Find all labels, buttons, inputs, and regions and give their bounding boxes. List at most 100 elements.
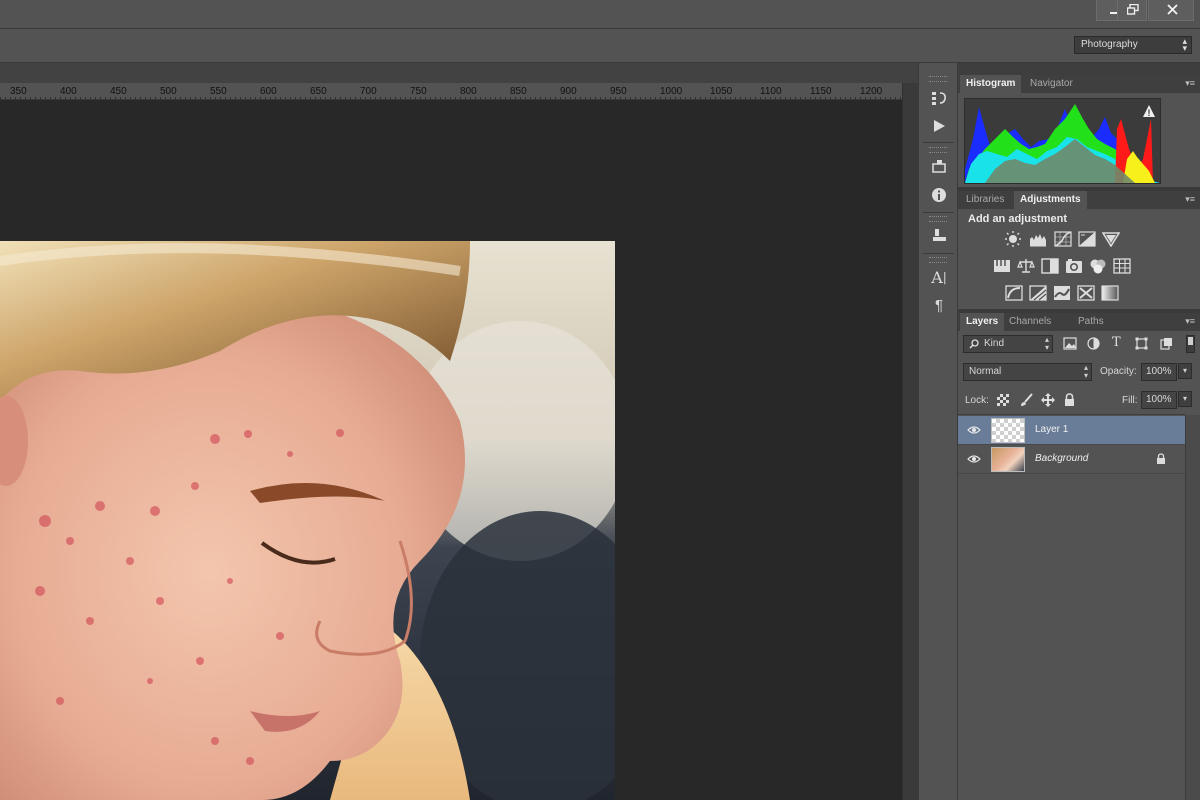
fill-label: Fill:	[1122, 395, 1138, 406]
invert-icon[interactable]	[1005, 285, 1023, 301]
ruler-label: 750	[410, 86, 427, 97]
properties-3d-icon[interactable]	[929, 156, 949, 176]
filter-pixel-icon[interactable]	[1063, 337, 1077, 350]
updown-arrow-icon: ▴ ▾	[1182, 36, 1187, 53]
tab-libraries[interactable]: Libraries	[960, 191, 1010, 209]
ruler-label: 1050	[710, 86, 733, 97]
workspace-label: Photography	[1081, 39, 1138, 50]
filter-adjustment-icon[interactable]	[1087, 337, 1100, 350]
exposure-icon[interactable]	[1078, 231, 1096, 247]
ruler-label: 1000	[660, 86, 683, 97]
histogram-chart	[965, 104, 1160, 183]
dock-grip[interactable]	[929, 257, 947, 263]
levels-icon[interactable]	[1029, 231, 1047, 247]
document-tab-strip	[0, 63, 918, 83]
ruler-label: 700	[360, 86, 377, 97]
ruler-label: 500	[160, 86, 177, 97]
restore-icon	[1127, 4, 1139, 15]
options-bar	[0, 29, 1200, 63]
filter-kind-label: Kind	[984, 338, 1005, 349]
visibility-eye-icon[interactable]	[967, 454, 981, 464]
ruler-label: 350	[10, 86, 27, 97]
adjustments-panel-tabs: Libraries Adjustments ▾≡	[958, 191, 1200, 209]
brightness-contrast-icon[interactable]	[1004, 231, 1022, 247]
layer-name[interactable]: Layer 1	[1035, 424, 1068, 435]
tab-layers[interactable]: Layers	[960, 313, 1005, 331]
tab-channels[interactable]: Channels	[1003, 313, 1057, 331]
paragraph-icon[interactable]: ¶	[929, 295, 949, 315]
dock-grip[interactable]	[929, 76, 947, 82]
dock-grip[interactable]	[929, 147, 947, 153]
panel-menu-icon[interactable]: ▾≡	[1185, 78, 1195, 88]
panel-menu-icon[interactable]: ▾≡	[1185, 194, 1195, 204]
black-white-icon[interactable]	[1041, 258, 1059, 274]
histogram-panel-tabs: Histogram Navigator ▾≡	[958, 75, 1200, 93]
posterize-icon[interactable]	[1029, 285, 1047, 301]
lock-all-icon[interactable]	[1064, 393, 1075, 406]
channel-mixer-icon[interactable]	[1089, 258, 1107, 274]
opacity-label: Opacity:	[1100, 366, 1137, 377]
hue-saturation-icon[interactable]	[993, 258, 1011, 274]
ruler-label: 450	[110, 86, 127, 97]
blend-mode-dropdown[interactable]: Normal ▴ ▾	[963, 363, 1092, 381]
ruler-label: 1200	[860, 86, 883, 97]
vertical-scrollbar[interactable]	[902, 83, 919, 800]
lock-transparent-pixels-icon[interactable]	[997, 394, 1009, 406]
title-bar	[0, 0, 1200, 29]
layer-thumbnail	[991, 447, 1025, 472]
color-balance-icon[interactable]	[1017, 258, 1035, 274]
layer-list-divider	[958, 414, 1185, 415]
filter-smart-object-icon[interactable]	[1160, 337, 1173, 350]
opacity-dropdown-arrow-icon[interactable]: ▾	[1178, 363, 1192, 379]
layer-lock-icon	[1157, 453, 1165, 464]
layer-row-background[interactable]: Background	[958, 445, 1185, 474]
ruler-label: 550	[210, 86, 227, 97]
portrait-image	[0, 241, 615, 800]
opacity-input[interactable]: 100%	[1141, 363, 1177, 381]
layers-scrollbar[interactable]	[1185, 415, 1200, 800]
threshold-icon[interactable]	[1053, 285, 1071, 301]
layer-name[interactable]: Background	[1035, 453, 1088, 464]
restore-button[interactable]	[1117, 0, 1147, 21]
blend-mode-label: Normal	[969, 366, 1002, 377]
tool-presets-icon[interactable]	[929, 225, 949, 245]
fill-input[interactable]: 100%	[1141, 391, 1177, 409]
selective-color-icon[interactable]	[1077, 285, 1095, 301]
color-lookup-icon[interactable]	[1113, 258, 1131, 274]
warning-icon[interactable]: !	[1142, 104, 1156, 118]
close-button[interactable]	[1148, 0, 1194, 21]
actions-play-icon[interactable]	[929, 116, 949, 136]
updown-arrow-icon: ▴ ▾	[1044, 335, 1049, 352]
filter-toggle-switch[interactable]	[1186, 335, 1195, 353]
gradient-map-icon[interactable]	[1101, 285, 1119, 301]
lock-label: Lock:	[965, 395, 989, 406]
panel-header-strip	[958, 63, 1200, 75]
layer-row-layer-1[interactable]: Layer 1	[958, 416, 1185, 445]
lock-image-pixels-brush-icon[interactable]	[1019, 393, 1033, 407]
ruler-label: 1100	[760, 86, 782, 97]
tab-paths[interactable]: Paths	[1072, 313, 1110, 331]
fill-dropdown-arrow-icon[interactable]: ▾	[1178, 391, 1192, 407]
character-icon[interactable]: A |	[929, 267, 949, 287]
dock-grip[interactable]	[929, 216, 947, 222]
visibility-eye-icon[interactable]	[967, 425, 981, 435]
document-photo[interactable]	[0, 241, 615, 800]
lock-position-move-icon[interactable]	[1041, 393, 1055, 407]
tab-navigator[interactable]: Navigator	[1024, 75, 1079, 93]
updown-arrow-icon: ▴ ▾	[1083, 363, 1088, 380]
vibrance-icon[interactable]	[1102, 231, 1120, 247]
svg-text:!: !	[1148, 108, 1151, 118]
photo-filter-icon[interactable]	[1065, 258, 1083, 274]
history-icon[interactable]	[929, 88, 949, 108]
info-icon[interactable]	[929, 185, 949, 205]
layer-filter-kind-dropdown[interactable]: Kind ▴ ▾	[963, 335, 1053, 353]
workspace-dropdown[interactable]: Photography ▴ ▾	[1074, 36, 1192, 54]
ruler-label: 650	[310, 86, 327, 97]
tab-histogram[interactable]: Histogram	[960, 75, 1022, 93]
panel-menu-icon[interactable]: ▾≡	[1185, 316, 1195, 326]
tab-adjustments[interactable]: Adjustments	[1014, 191, 1087, 209]
filter-shape-icon[interactable]	[1135, 337, 1148, 350]
layers-panel-tabs: Layers Channels Paths ▾≡	[958, 313, 1200, 331]
curves-icon[interactable]	[1054, 231, 1072, 247]
filter-type-icon[interactable]: T	[1112, 335, 1121, 350]
